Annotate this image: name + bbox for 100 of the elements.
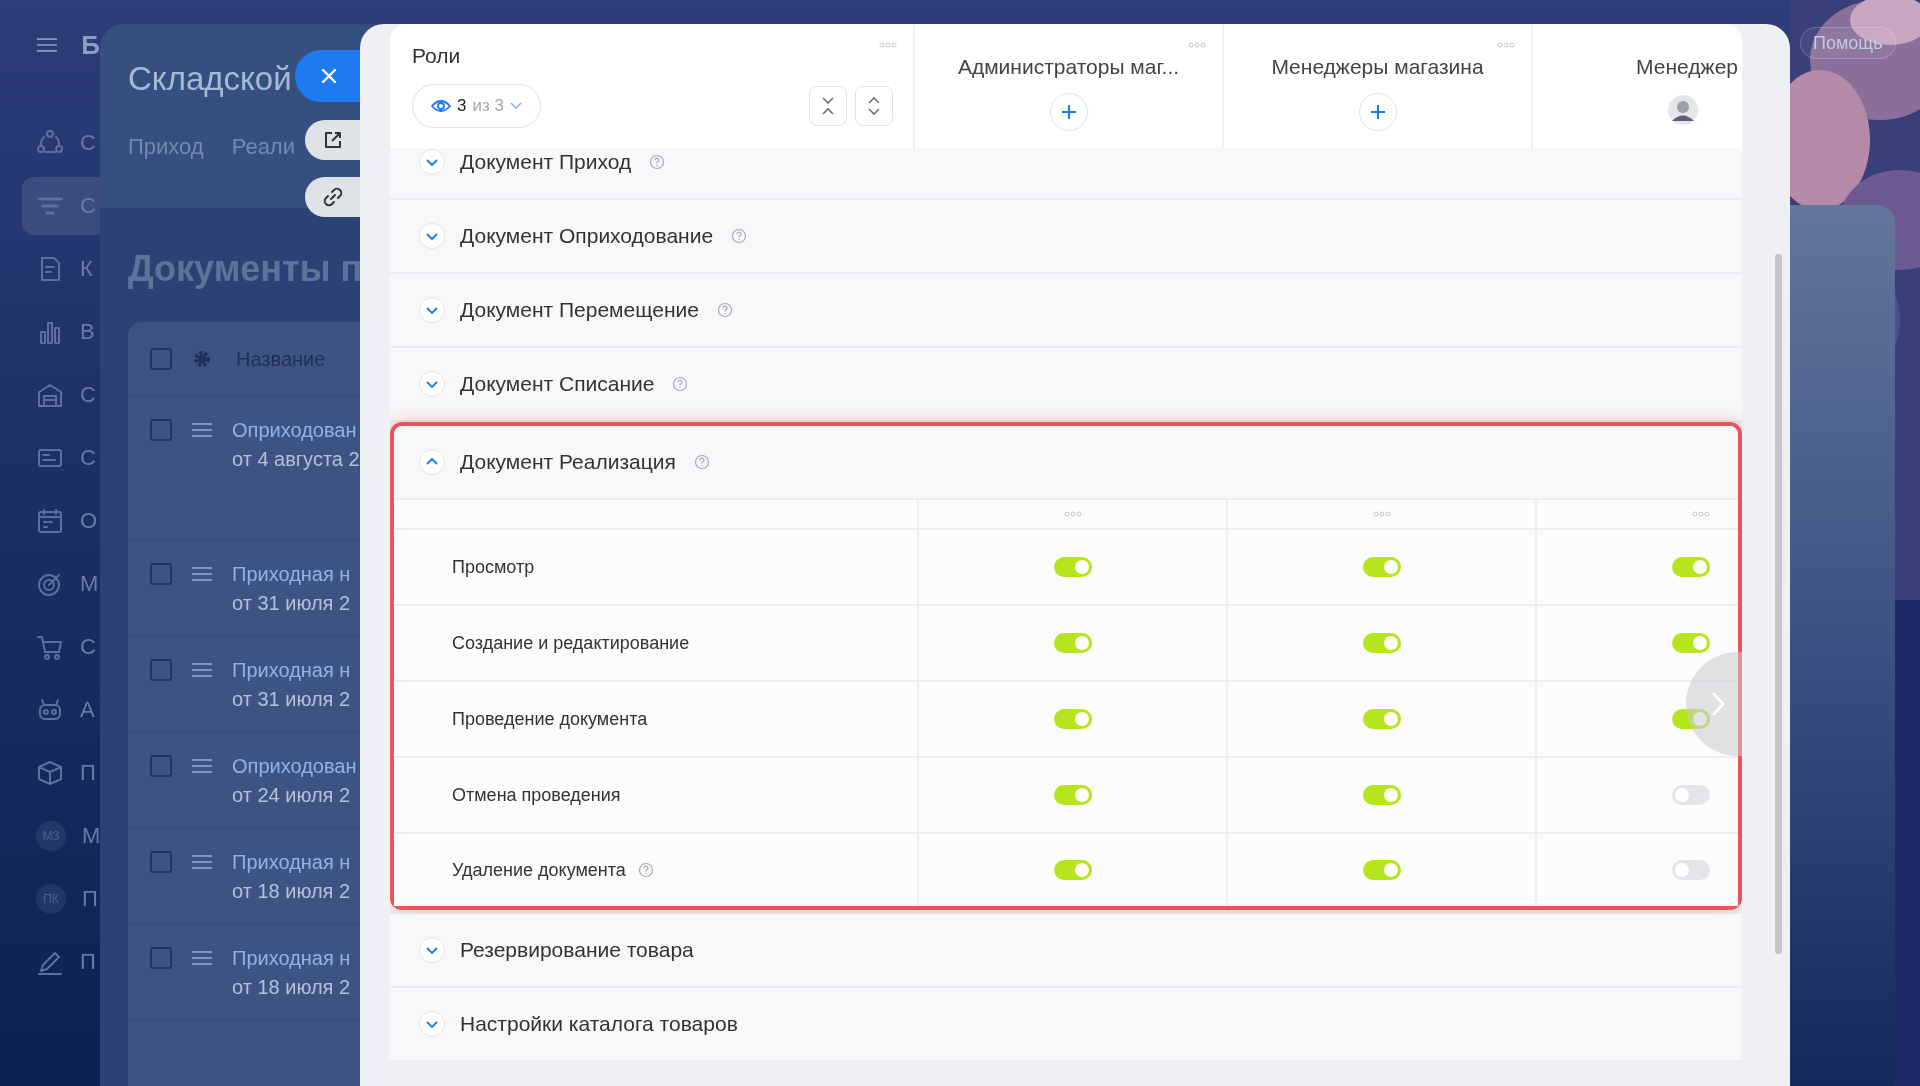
sidebar-item[interactable]: В — [22, 303, 100, 361]
document-date: от 31 июля 2 — [232, 688, 351, 711]
toggle-switch[interactable] — [1053, 557, 1092, 577]
sidebar-item[interactable]: А — [22, 681, 100, 739]
chevron-down-icon[interactable] — [418, 148, 446, 176]
checkbox[interactable] — [150, 659, 172, 681]
toggle-switch[interactable] — [1362, 709, 1401, 729]
document-link[interactable]: Оприходован — [232, 755, 357, 778]
more-icon[interactable] — [1692, 511, 1710, 517]
help-icon[interactable] — [649, 154, 666, 170]
chevron-down-icon[interactable] — [418, 1010, 446, 1038]
drag-icon — [192, 855, 212, 869]
toggle-switch[interactable] — [1362, 785, 1401, 805]
chevron-down-icon[interactable] — [418, 936, 446, 964]
toggle-switch[interactable] — [1362, 557, 1401, 577]
checkbox[interactable] — [150, 563, 172, 585]
drag-icon — [192, 567, 212, 581]
sidebar-item[interactable]: О — [22, 492, 100, 550]
permission-label: Создание и редактирование — [452, 632, 690, 654]
section-title[interactable]: Документ Приход — [460, 150, 632, 174]
box-icon — [36, 759, 64, 787]
document-date: от 18 июля 2 — [232, 880, 351, 903]
menu-icon[interactable] — [37, 36, 58, 54]
more-icon[interactable] — [1063, 511, 1082, 517]
document-date: от 4 августа 2 — [232, 448, 360, 471]
open-external-button[interactable] — [305, 120, 360, 160]
toggle-switch[interactable] — [1053, 860, 1092, 880]
toggle-switch[interactable] — [1672, 557, 1710, 577]
more-icon[interactable] — [879, 42, 897, 48]
permission-label: Проведение документа — [452, 708, 648, 730]
section-title[interactable]: Документ Списание — [460, 372, 655, 396]
tab[interactable]: Приход — [128, 134, 204, 160]
gear-icon[interactable] — [192, 349, 212, 369]
warehouse-icon — [36, 381, 64, 409]
expand-all-button[interactable] — [855, 86, 893, 126]
help-icon[interactable] — [731, 228, 748, 244]
toggle-switch[interactable] — [1672, 633, 1710, 653]
more-icon[interactable] — [1497, 42, 1515, 48]
document-link[interactable]: Приходная н — [232, 563, 351, 586]
add-button[interactable] — [1049, 93, 1088, 131]
toggle-switch[interactable] — [1053, 709, 1092, 729]
chevron-down-icon[interactable] — [418, 222, 446, 250]
toggle-switch[interactable] — [1672, 709, 1710, 729]
tab[interactable]: Реали — [231, 134, 295, 160]
section-title[interactable]: Документ Перемещение — [460, 298, 699, 322]
sidebar-item[interactable]: П — [22, 744, 100, 802]
help-icon[interactable] — [637, 862, 654, 878]
role-name: Менеджеры магазина — [1271, 55, 1484, 79]
sidebar-item[interactable]: П — [22, 933, 100, 991]
checkbox[interactable] — [150, 851, 172, 873]
sidebar-item[interactable]: С — [22, 618, 100, 676]
sidebar-item[interactable]: С — [22, 366, 100, 424]
help-icon[interactable] — [693, 454, 710, 470]
drag-icon — [192, 423, 212, 437]
toggle-switch[interactable] — [1672, 785, 1710, 805]
cart-icon — [36, 633, 64, 661]
more-icon[interactable] — [1188, 42, 1206, 48]
chevron-down-icon[interactable] — [418, 370, 446, 398]
scrollbar[interactable] — [1775, 254, 1782, 954]
role-name: Менеджер — [1636, 55, 1738, 79]
chevron-right-icon — [1711, 691, 1725, 717]
toggle-switch[interactable] — [1362, 860, 1401, 880]
document-link[interactable]: Приходная н — [232, 947, 351, 970]
section-title[interactable]: Резервирование товара — [460, 938, 694, 962]
document-link[interactable]: Приходная н — [232, 851, 351, 874]
sidebar-item[interactable]: С — [22, 114, 100, 172]
section-title[interactable]: Настройки каталога товаров — [460, 1012, 738, 1036]
close-button[interactable] — [295, 50, 360, 102]
section-title[interactable]: Документ Реализация — [460, 450, 676, 474]
help-icon[interactable] — [716, 302, 733, 318]
copy-link-button[interactable] — [305, 177, 360, 217]
toggle-switch[interactable] — [1053, 785, 1092, 805]
checkbox[interactable] — [150, 947, 172, 969]
sidebar-item[interactable]: М — [22, 555, 100, 613]
document-link[interactable]: Оприходован — [232, 419, 360, 442]
calendar-icon — [36, 507, 64, 535]
expand-icon — [866, 96, 882, 116]
permission-label: Отмена проведения — [452, 784, 621, 806]
document-link[interactable]: Приходная н — [232, 659, 351, 682]
add-button[interactable] — [1358, 93, 1397, 131]
sidebar-item[interactable]: С — [22, 429, 100, 487]
sidebar-item[interactable]: К — [22, 240, 100, 298]
section-title[interactable]: Документ Оприходование — [460, 224, 714, 248]
toggle-switch[interactable] — [1672, 860, 1710, 880]
visible-roles-selector[interactable]: 3 из 3 — [412, 84, 541, 128]
chevron-down-icon — [509, 102, 522, 110]
checkbox[interactable] — [150, 348, 172, 370]
close-icon — [321, 68, 337, 84]
checkbox[interactable] — [150, 419, 172, 441]
collapse-all-button[interactable] — [809, 86, 847, 126]
chevron-up-icon[interactable] — [418, 448, 446, 476]
avatar — [1668, 95, 1698, 125]
help-icon[interactable] — [672, 376, 689, 392]
chevron-down-icon[interactable] — [418, 296, 446, 324]
checkbox[interactable] — [150, 755, 172, 777]
toggle-switch[interactable] — [1362, 633, 1401, 653]
toggle-switch[interactable] — [1053, 633, 1092, 653]
more-icon[interactable] — [1372, 511, 1391, 517]
next-button[interactable] — [1686, 652, 1742, 756]
drag-icon — [192, 759, 212, 773]
